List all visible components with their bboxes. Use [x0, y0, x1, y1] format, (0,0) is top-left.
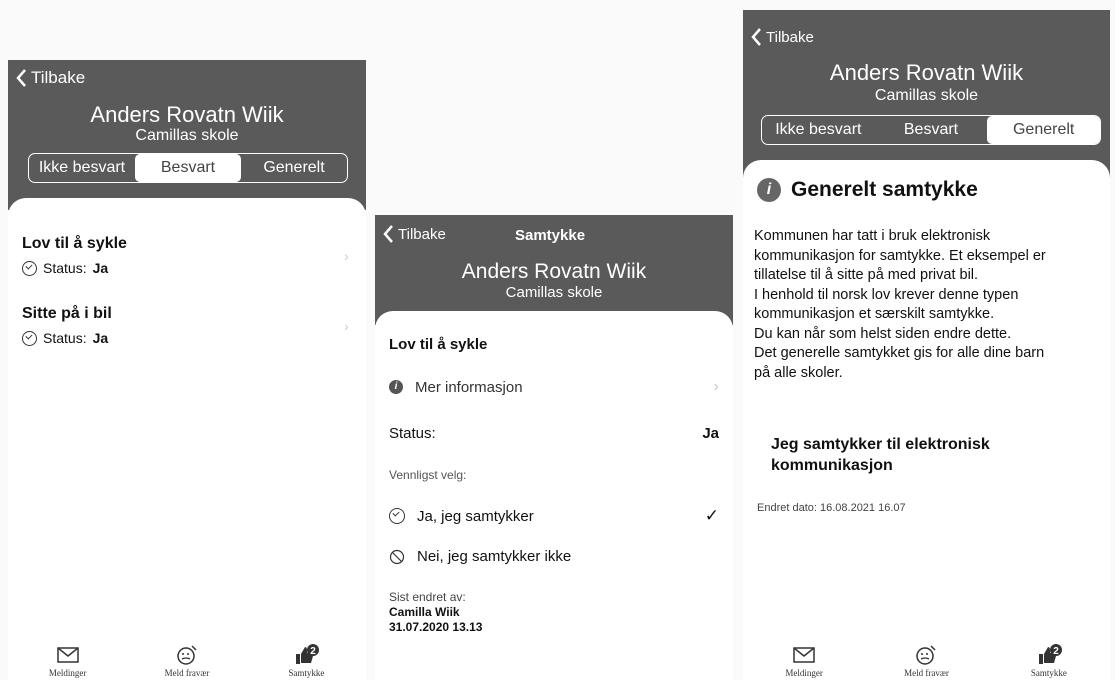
- student-name: Anders Rovatn Wiik: [829, 60, 1024, 85]
- tabbar-messages[interactable]: Meldinger: [743, 636, 865, 680]
- option-yes-label: Ja, jeg samtykker: [417, 507, 534, 525]
- tabbar-absence[interactable]: Meld fravær: [127, 636, 246, 680]
- tab-not-answered[interactable]: Ikke besvart: [29, 154, 135, 182]
- screen-title: Samtykke: [515, 227, 586, 244]
- back-button[interactable]: Tilbake: [16, 68, 85, 88]
- heading-text: Generelt samtykke: [791, 178, 978, 201]
- status-value: Ja: [702, 425, 719, 442]
- tab-general[interactable]: Generelt: [241, 154, 347, 182]
- status-value: Ja: [92, 330, 109, 346]
- changed-by-label: Sist endret av:: [389, 590, 466, 604]
- info-icon: i: [757, 178, 781, 202]
- check-circle-icon: [389, 508, 405, 524]
- consent-text-line: kommunikasjon: [771, 457, 893, 474]
- tab-bar: Meldinger Meld fravær 2 Samtykke: [8, 636, 366, 680]
- tabbar-messages[interactable]: Meldinger: [8, 636, 127, 680]
- mail-icon: [56, 647, 79, 663]
- body-line: Det generelle samtykket gis for alle din…: [754, 345, 1045, 361]
- tabbar-label: Samtykke: [1030, 668, 1067, 678]
- check-circle-icon: [22, 260, 37, 276]
- edit-face-icon: [177, 645, 197, 665]
- back-label: Tilbake: [31, 68, 86, 87]
- more-info-label: Mer informasjon: [415, 378, 523, 396]
- body-line: Kommunen har tatt i bruk elektronisk: [754, 228, 991, 244]
- tabbar-consent[interactable]: 2 Samtykke: [247, 636, 366, 680]
- tabbar-label: Meld fravær: [164, 668, 210, 678]
- prohibited-icon: [389, 549, 405, 564]
- chevron-right-icon: ›: [713, 378, 719, 395]
- checkmark-icon: ✓: [704, 506, 719, 525]
- changed-date: 31.07.2020 13.13: [389, 620, 483, 634]
- item-status: Status: Ja: [22, 330, 108, 346]
- badge-count: 2: [1053, 646, 1059, 657]
- back-label: Tilbake: [766, 28, 814, 46]
- chevron-left-icon: [751, 28, 761, 46]
- body-line: I henhold til norsk lov krever denne typ…: [754, 286, 1019, 303]
- mail-icon: [793, 647, 815, 663]
- changed-date: Endret dato: 16.08.2021 16.07: [757, 502, 906, 514]
- tabbar-consent[interactable]: 2 Samtykke: [988, 636, 1110, 680]
- item-status: Status: Ja: [22, 260, 108, 276]
- school-name: Camillas skole: [135, 127, 239, 144]
- tabbar-label: Meld fravær: [904, 668, 949, 678]
- status-label: Status:: [43, 330, 87, 346]
- item-title: Sitte på i bil: [22, 305, 112, 322]
- thumbs-up-icon: 2: [1038, 644, 1062, 664]
- status-value: Ja: [92, 260, 109, 276]
- consent-toggle-row[interactable]: Jeg samtykker til elektronisk kommunikas…: [771, 434, 990, 476]
- school-name: Camillas skole: [874, 87, 979, 104]
- chevron-right-icon: ›: [344, 318, 349, 334]
- tabbar-label: Meldinger: [785, 668, 823, 678]
- student-name: Anders Rovatn Wiik: [90, 102, 284, 127]
- tabbar-label: Samtykke: [288, 668, 325, 678]
- tabbar-absence[interactable]: Meld fravær: [865, 636, 987, 680]
- body-line: kommunikasjon for samtykke. Et eksempel …: [754, 247, 1046, 264]
- chevron-left-icon: [383, 225, 393, 243]
- screen-general: Tilbake Anders Rovatn Wiik Camillas skol…: [743, 10, 1110, 680]
- body-line: på alle skoler.: [754, 364, 843, 381]
- option-no-label: Nei, jeg samtykker ikke: [417, 548, 572, 565]
- back-button[interactable]: Tilbake: [751, 28, 814, 46]
- back-button[interactable]: Tilbake: [383, 225, 446, 243]
- chevron-right-icon: ›: [344, 248, 349, 264]
- school-name: Camillas skole: [505, 284, 603, 301]
- choose-label: Vennligst velg:: [389, 468, 467, 482]
- item-title: Lov til å sykle: [22, 235, 127, 252]
- general-heading: i Generelt samtykke: [757, 178, 978, 202]
- back-label: Tilbake: [398, 225, 446, 243]
- body-line: tillatelse til å sitte på med privat bil…: [754, 267, 979, 283]
- tab-not-answered[interactable]: Ikke besvart: [762, 116, 875, 144]
- body-text: Kommunen har tatt i bruk elektronisk kom…: [754, 227, 1106, 383]
- consent-text-line: Jeg samtykker til elektronisk: [771, 436, 990, 453]
- badge-count: 2: [311, 646, 317, 657]
- tab-answered[interactable]: Besvart: [875, 116, 988, 144]
- status-label: Status:: [43, 260, 87, 276]
- body-line: Du kan når som helst siden endre dette.: [754, 325, 1012, 342]
- option-no[interactable]: Nei, jeg samtykker ikke: [389, 548, 719, 565]
- segmented-control: Ikke besvart Besvart Generelt: [28, 153, 348, 183]
- option-yes[interactable]: Ja, jeg samtykker ✓: [389, 506, 719, 526]
- item-title: Lov til å sykle: [389, 336, 488, 353]
- tab-general[interactable]: Generelt: [987, 116, 1100, 144]
- tabbar-label: Meldinger: [48, 668, 87, 678]
- status-label: Status:: [389, 425, 436, 442]
- body-line: kommunikasjon et særskilt samtykke.: [754, 306, 995, 322]
- check-circle-icon: [22, 330, 37, 346]
- chevron-left-icon: [16, 69, 26, 87]
- changed-by-name: Camilla Wiik: [389, 605, 460, 619]
- tab-bar: Meldinger Meld fravær 2 Samtykke: [743, 636, 1110, 680]
- edit-face-icon: [916, 645, 937, 665]
- info-icon: i: [389, 380, 403, 394]
- screen-answered: Tilbake Anders Rovatn Wiik Camillas skol…: [8, 60, 366, 680]
- student-name: Anders Rovatn Wiik: [461, 260, 647, 283]
- thumbs-up-icon: 2: [296, 644, 320, 664]
- screen-consent-detail: Tilbake Samtykke Anders Rovatn Wiik Cami…: [375, 215, 733, 680]
- more-info-row[interactable]: i Mer informasjon ›: [389, 378, 719, 396]
- segmented-control: Ikke besvart Besvart Generelt: [761, 115, 1101, 145]
- tab-answered[interactable]: Besvart: [135, 154, 241, 182]
